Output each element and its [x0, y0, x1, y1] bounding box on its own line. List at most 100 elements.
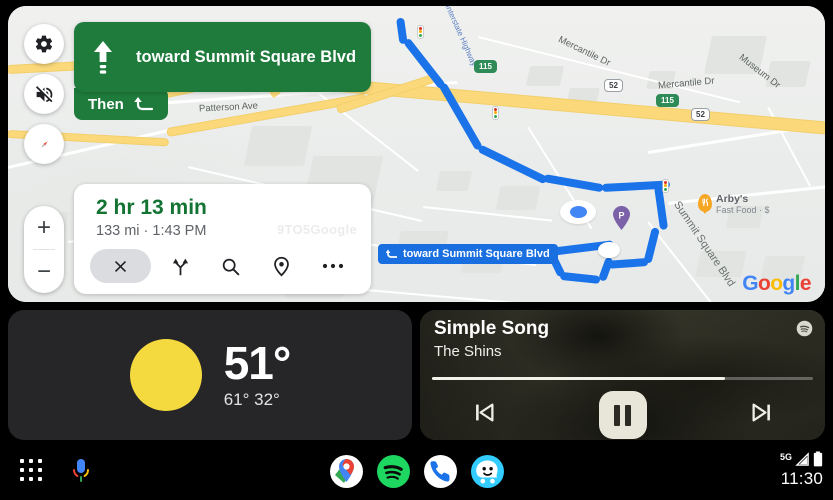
search-along-route-button[interactable]: [205, 249, 256, 283]
microphone-icon: [70, 458, 92, 484]
clock: 11:30: [780, 469, 823, 489]
map-route: [598, 257, 614, 282]
pause-icon-bar: [614, 405, 620, 426]
poi-arbys[interactable]: Arby's Fast Food · $: [698, 194, 770, 216]
waze-icon: [471, 455, 504, 488]
map-zoom-controls: + −: [24, 206, 64, 293]
zoom-out-button[interactable]: −: [24, 250, 64, 293]
assistant-microphone-button[interactable]: [70, 458, 92, 489]
map-route: [543, 174, 603, 192]
pause-icon-bar: [625, 405, 631, 426]
arrow-straight-icon: [90, 37, 116, 77]
then-badge: Then: [74, 88, 168, 120]
highway-shield: 52: [604, 79, 623, 92]
more-options-button[interactable]: [307, 249, 358, 283]
map-building: [436, 171, 472, 191]
user-location-halo: [560, 200, 596, 224]
place-pin-icon: [271, 256, 292, 277]
map-settings-button[interactable]: [24, 24, 64, 64]
eta-duration: 2 hr 13 min: [96, 196, 355, 220]
map-street: [478, 36, 740, 103]
map-route: [608, 258, 648, 269]
battery-full-icon: [813, 451, 823, 467]
map-building: [244, 126, 313, 166]
dock-app-spotify[interactable]: [377, 455, 410, 488]
street-label: Interstate Highway: [444, 6, 479, 68]
svg-text:P: P: [618, 211, 624, 221]
spotify-icon: [796, 320, 813, 342]
weather-card[interactable]: 51° 61° 32°: [8, 310, 412, 440]
traffic-light-icon: [663, 180, 668, 192]
status-icons: 5G: [780, 451, 823, 468]
compass-icon: [35, 135, 54, 154]
dock-app-google-maps[interactable]: [330, 455, 363, 488]
maneuver-banner[interactable]: toward Summit Square Blvd: [74, 22, 371, 92]
close-icon: [111, 257, 130, 276]
user-location-dot: [570, 206, 587, 218]
skip-previous-icon: [471, 399, 498, 426]
media-artist: The Shins: [434, 343, 502, 360]
eta-actions: [90, 246, 358, 286]
media-progress-fill: [432, 377, 725, 380]
location-button[interactable]: [256, 249, 307, 283]
map-route: [477, 144, 548, 184]
map-route: [560, 272, 601, 284]
traffic-light-icon: [418, 26, 423, 38]
overflow-dots-icon: [322, 262, 344, 270]
highway-shield: 115: [474, 60, 497, 73]
previous-track-button[interactable]: [471, 399, 498, 431]
alternate-routes-button[interactable]: [155, 249, 206, 283]
close-route-button[interactable]: [90, 249, 151, 283]
map-building: [495, 186, 540, 210]
highway-shield: 52: [691, 108, 710, 121]
android-auto-screen: Patterson Ave Mercantile Dr Mercantile D…: [0, 0, 833, 500]
dock-app-phone[interactable]: [424, 455, 457, 488]
zoom-in-button[interactable]: +: [24, 206, 64, 249]
media-controls: [420, 390, 825, 440]
network-type-label: 5G: [780, 453, 792, 462]
turn-left-icon: [134, 96, 154, 112]
poi-category: Fast Food · $: [716, 205, 770, 216]
gear-icon: [34, 34, 54, 54]
dock-apps: [330, 455, 504, 488]
map-compass-button[interactable]: [24, 124, 64, 164]
turn-left-arrow-icon: [386, 249, 398, 259]
route-callout[interactable]: toward Summit Square Blvd: [378, 244, 558, 264]
then-label: Then: [88, 96, 124, 113]
route-fork-icon: [170, 256, 191, 277]
navigation-chevron-icon: [598, 242, 620, 258]
phone-icon: [424, 455, 457, 488]
eta-card[interactable]: 2 hr 13 min 133 mi · 1:43 PM 9TO5Google: [74, 184, 371, 294]
volume-muted-icon: [34, 84, 55, 105]
google-logo: Google: [742, 272, 811, 296]
high-low-temperature: 61° 32°: [224, 390, 291, 410]
media-card[interactable]: Simple Song The Shins: [420, 310, 825, 440]
signal-bars-icon: [795, 452, 810, 467]
map-route: [654, 185, 668, 230]
map-mute-button[interactable]: [24, 74, 64, 114]
route-callout-label: toward Summit Square Blvd: [403, 248, 550, 260]
map-building: [526, 66, 564, 86]
taskbar: 5G 11:30: [0, 442, 833, 500]
skip-next-icon: [748, 399, 775, 426]
spotify-icon: [377, 455, 410, 488]
street-label: Patterson Ave: [199, 100, 258, 114]
media-title: Simple Song: [434, 318, 549, 340]
play-pause-button[interactable]: [599, 391, 647, 439]
google-maps-icon: [330, 455, 363, 488]
poi-name: Arby's: [716, 194, 770, 205]
app-grid-icon[interactable]: [20, 459, 44, 483]
search-icon: [220, 256, 241, 277]
parking-pin-icon[interactable]: P: [613, 206, 630, 235]
traffic-light-icon: [493, 107, 498, 119]
dock-app-waze[interactable]: [471, 455, 504, 488]
image-watermark: 9TO5Google: [277, 222, 357, 237]
next-track-button[interactable]: [748, 399, 775, 431]
weather-readout: 51° 61° 32°: [224, 340, 291, 410]
map-controls: [24, 24, 64, 164]
sun-icon: [130, 339, 202, 411]
media-progress-bar[interactable]: [432, 377, 813, 380]
maneuver-text: toward Summit Square Blvd: [136, 47, 356, 67]
restaurant-pin-icon: [698, 194, 712, 212]
map-card[interactable]: Patterson Ave Mercantile Dr Mercantile D…: [8, 6, 825, 302]
